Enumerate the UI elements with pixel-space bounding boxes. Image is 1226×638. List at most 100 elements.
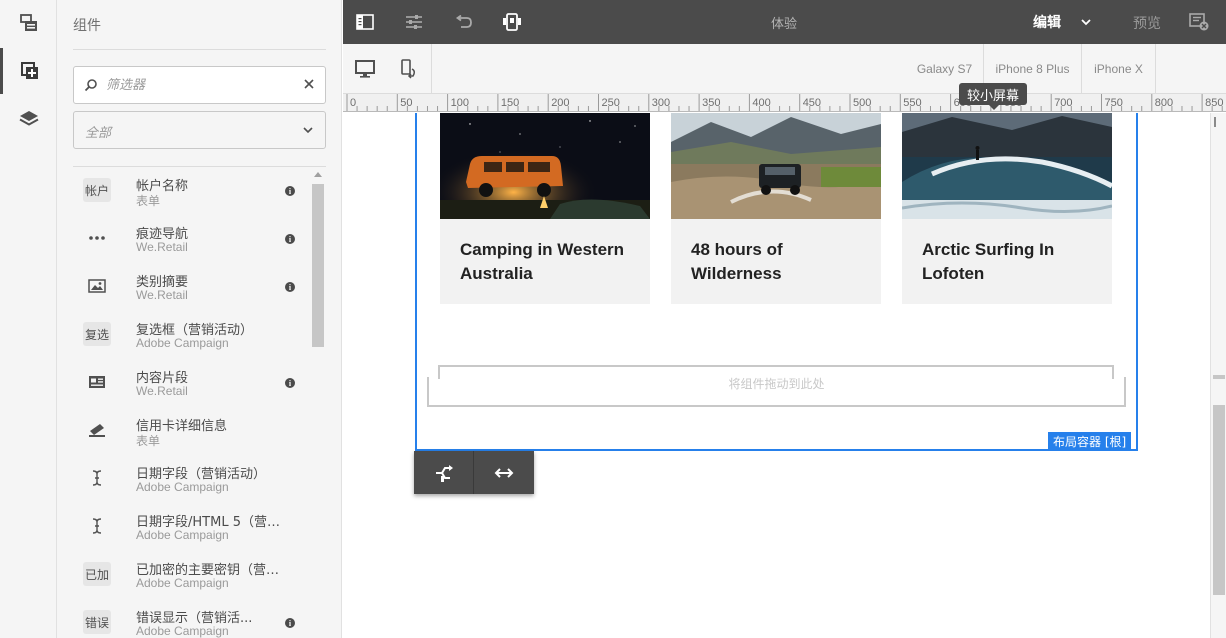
scrollbar-thumb[interactable] — [1213, 405, 1225, 595]
page-tree-button[interactable] — [0, 0, 57, 46]
ruler-tick-label: 100 — [451, 97, 469, 109]
left-rail — [0, 0, 57, 638]
breakpoint-tooltip: 较小屏幕 — [959, 83, 1028, 110]
info-icon[interactable]: i — [285, 618, 295, 628]
ruler-tick-label: 550 — [903, 97, 921, 109]
ruler-tick-label: 150 — [501, 97, 519, 109]
scrollbar-thumb[interactable] — [312, 184, 324, 347]
chevron-down-icon[interactable] — [1081, 19, 1091, 26]
undo-button[interactable] — [443, 0, 483, 44]
info-icon[interactable]: i — [285, 234, 295, 244]
search-input[interactable] — [106, 75, 296, 95]
ruler-scale: 0501001502002503003504004505005506006507… — [346, 94, 1223, 111]
resize-horizontal-icon — [494, 467, 514, 478]
scroll-up-arrow[interactable] — [314, 172, 322, 177]
ruler-tick-label: 850 — [1205, 97, 1223, 109]
emulator-button[interactable] — [492, 0, 532, 44]
list-item[interactable]: 日期字段（营销活动） Adobe Campaign — [73, 456, 311, 504]
component-group: We.Retail — [136, 384, 188, 398]
ruler-tick-label: 750 — [1105, 97, 1123, 109]
card-title[interactable]: Arctic Surfing In Lofoten — [922, 238, 1102, 286]
components-button[interactable] — [0, 48, 57, 94]
layers-button[interactable] — [0, 96, 57, 142]
rotate-device-button[interactable] — [389, 44, 429, 94]
list-item[interactable]: 信用卡详细信息 表单 — [73, 408, 311, 456]
component-group: Adobe Campaign — [136, 576, 229, 590]
search-icon — [84, 79, 97, 92]
device-iphone-x[interactable]: iPhone X — [1081, 44, 1156, 94]
editor-toolbar: 体验 编辑 预览 — [343, 0, 1226, 44]
emulator-ruler: 0501001502002503003504004505005506006507… — [343, 94, 1226, 112]
component-badge: 错误 — [83, 610, 111, 634]
resize-button[interactable] — [474, 451, 534, 494]
ruler-tick-label: 250 — [602, 97, 620, 109]
component-group: Adobe Campaign — [136, 528, 229, 542]
emulator-icon — [503, 13, 521, 31]
component-group: We.Retail — [136, 288, 188, 302]
canvas-scrollbar[interactable] — [1210, 113, 1226, 638]
ruler-tick-label: 350 — [702, 97, 720, 109]
component-filter[interactable] — [73, 66, 326, 104]
card-title[interactable]: Camping in Western Australia — [460, 238, 640, 286]
toggle-side-panel-button[interactable] — [345, 0, 385, 44]
list-item[interactable]: 错误 错误显示（营销活... Adobe Campaign i — [73, 600, 311, 638]
info-icon[interactable]: i — [285, 378, 295, 388]
ruler-tick-label: 0 — [350, 97, 356, 109]
group-select-value: 全部 — [85, 126, 112, 141]
ellipsis-icon — [83, 226, 111, 250]
list-item[interactable]: 内容片段 We.Retail i — [73, 360, 311, 408]
surfing-photo — [902, 113, 1112, 219]
annotations-button[interactable] — [1179, 0, 1219, 44]
component-group: Adobe Campaign — [136, 480, 229, 494]
ruler-tick-label: 700 — [1054, 97, 1072, 109]
desktop-device-button[interactable] — [345, 44, 385, 94]
undo-icon — [455, 15, 472, 28]
components-icon — [21, 62, 38, 79]
components-panel: 组件 全部 帐户 帐户名称 表单 i 痕迹导航 We.R — [57, 0, 342, 638]
card-title[interactable]: 48 hours of Wilderness — [691, 238, 871, 286]
drop-zone-text: 将组件拖动到此处 — [728, 377, 825, 391]
mode-selector[interactable]: 编辑 — [1033, 12, 1061, 32]
text-cursor-icon — [83, 466, 111, 490]
ruler-tick-label: 200 — [551, 97, 569, 109]
group-select[interactable]: 全部 — [73, 111, 326, 149]
info-icon[interactable]: i — [285, 186, 295, 196]
list-item[interactable]: 已加 已加密的主要密钥（营销... Adobe Campaign — [73, 552, 311, 600]
ruler-tick-label: 300 — [652, 97, 670, 109]
panel-title: 组件 — [73, 18, 101, 34]
ruler-tick-label: 450 — [803, 97, 821, 109]
panel-scrollbar[interactable] — [311, 168, 325, 638]
preview-button[interactable]: 预览 — [1133, 13, 1161, 33]
ruler-tick-label: 50 — [400, 97, 412, 109]
credit-card-icon — [83, 418, 111, 442]
list-item[interactable]: 帐户 帐户名称 表单 i — [73, 168, 311, 216]
image-icon — [83, 274, 111, 298]
layout-toolbar — [414, 451, 534, 494]
article-card[interactable]: Arctic Surfing In Lofoten — [902, 113, 1112, 304]
article-card[interactable]: Camping in Western Australia — [440, 113, 650, 304]
scroll-marker — [1213, 375, 1225, 379]
component-group: Adobe Campaign — [136, 336, 229, 350]
component-group: Adobe Campaign — [136, 624, 229, 638]
ruler-tick-label: 800 — [1155, 97, 1173, 109]
list-item[interactable]: 日期字段/HTML 5（营销... Adobe Campaign — [73, 504, 311, 552]
list-item[interactable]: 复选 复选框（营销活动） Adobe Campaign — [73, 312, 311, 360]
close-icon[interactable] — [303, 78, 315, 90]
annotations-icon — [1189, 13, 1209, 31]
component-badge: 复选 — [83, 322, 111, 346]
sliders-icon — [406, 15, 422, 29]
page-tree-icon — [19, 14, 37, 31]
page-properties-button[interactable] — [394, 0, 434, 44]
ruler-tick-label: 400 — [752, 97, 770, 109]
parent-button[interactable] — [414, 451, 474, 494]
side-panel-icon — [356, 14, 374, 30]
divider — [73, 49, 326, 50]
component-badge: 帐户 — [83, 178, 111, 202]
info-icon[interactable]: i — [285, 282, 295, 292]
layout-container-label[interactable]: 布局容器 [根] — [1048, 432, 1132, 451]
article-card[interactable]: 48 hours of Wilderness — [671, 113, 881, 304]
layers-icon — [19, 111, 38, 126]
list-item[interactable]: 类别摘要 We.Retail i — [73, 264, 311, 312]
parent-icon — [435, 464, 453, 482]
list-item[interactable]: 痕迹导航 We.Retail i — [73, 216, 311, 264]
